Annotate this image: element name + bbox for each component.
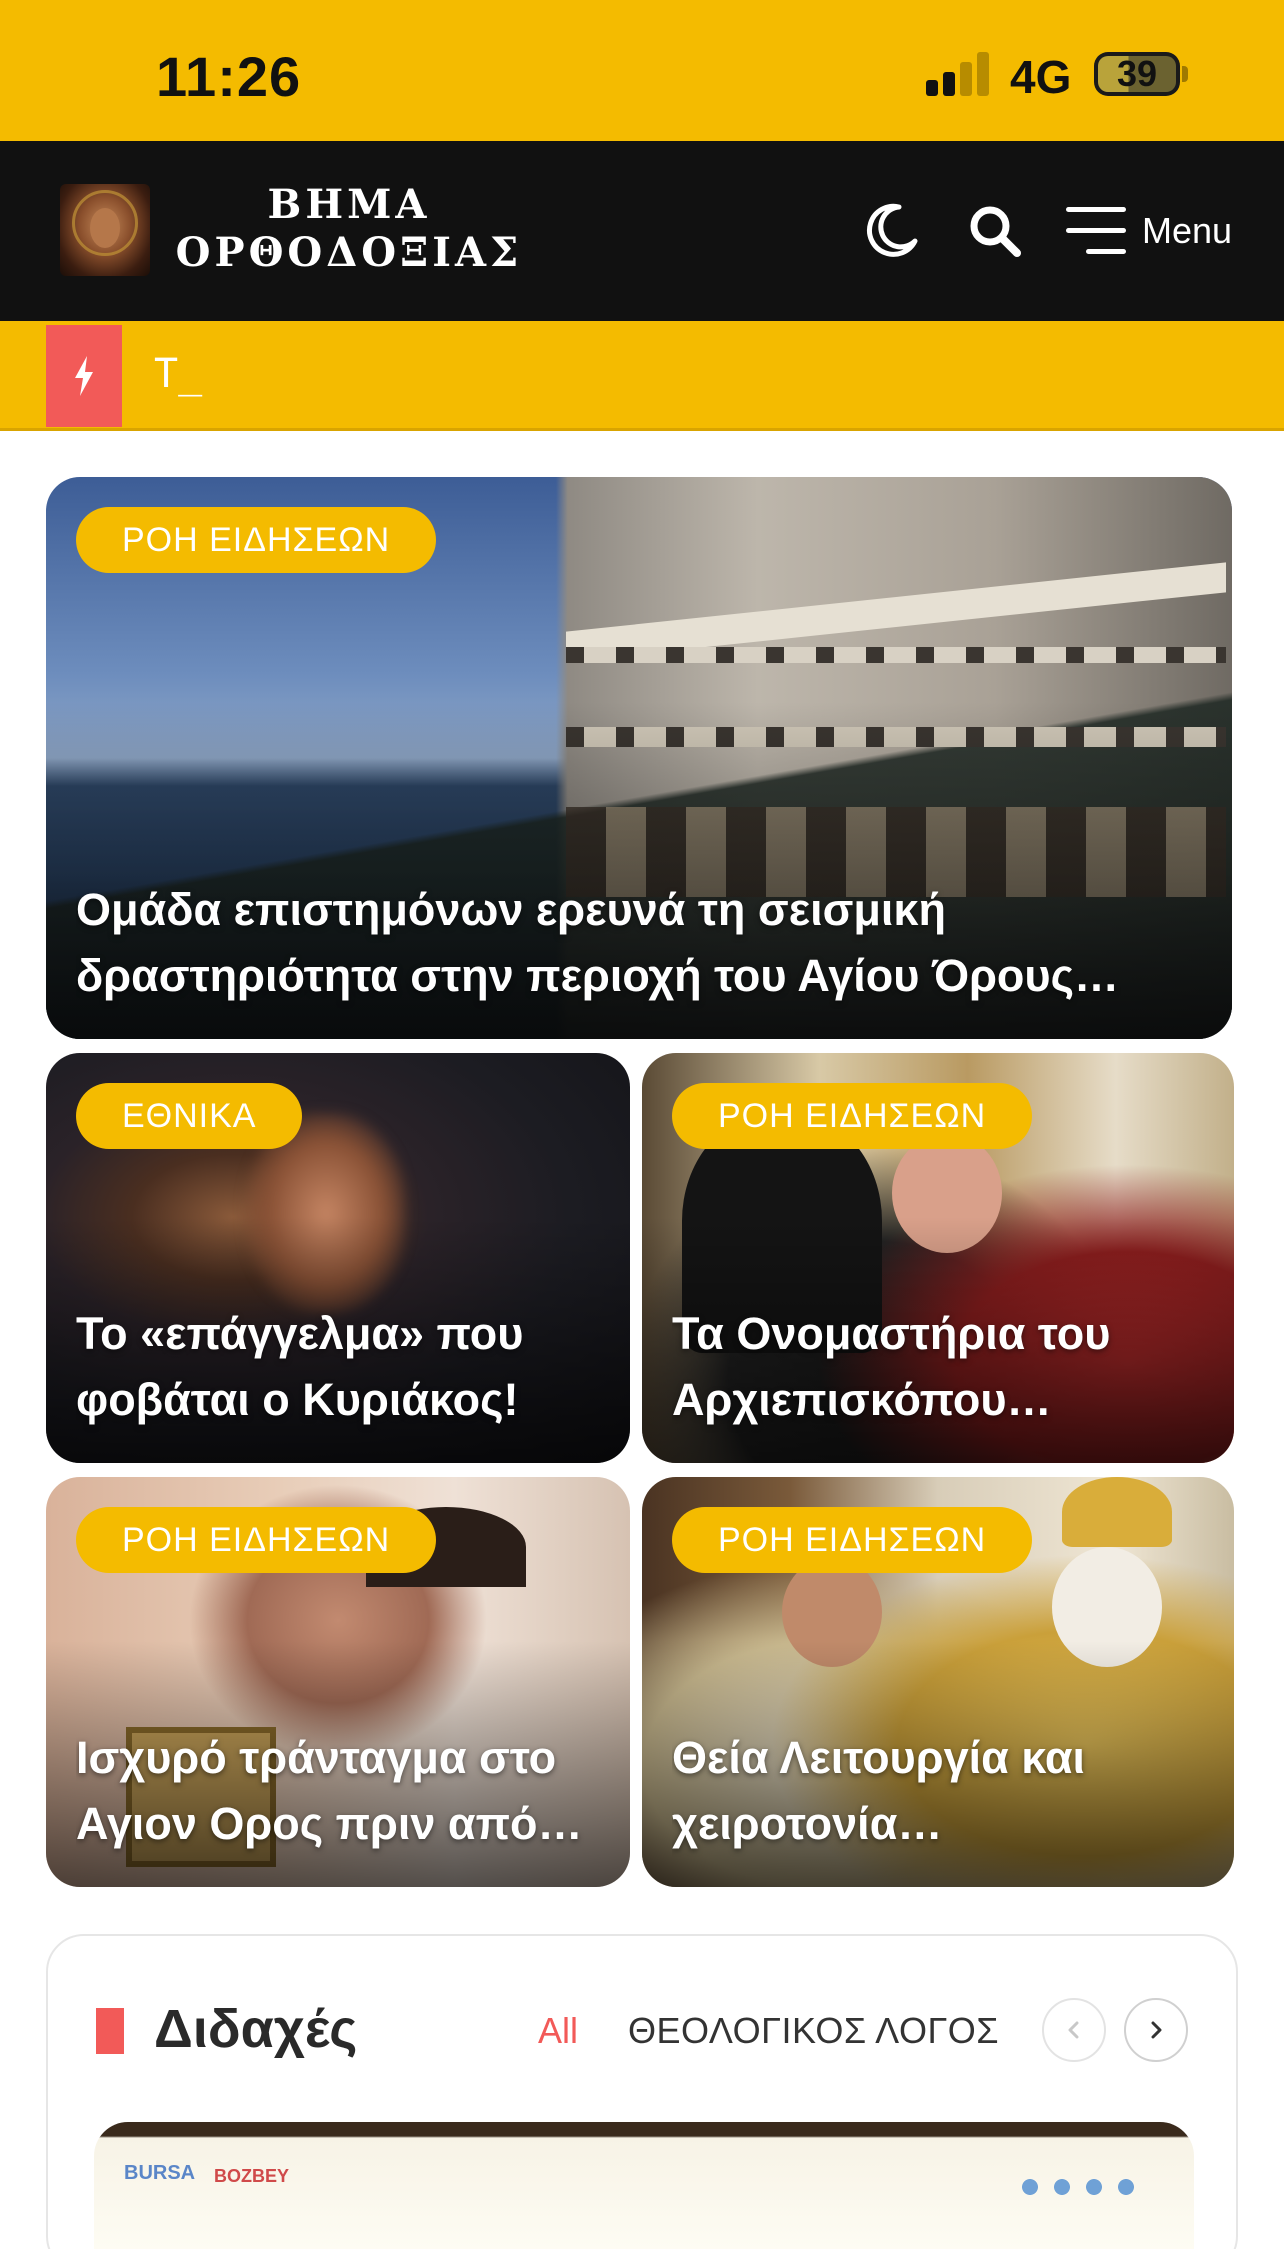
lightning-bolt-icon	[46, 325, 122, 427]
battery-percent: 39	[1116, 53, 1158, 94]
category-badge[interactable]: ΡΟΗ ΕΙΔΗΣΕΩΝ	[76, 507, 437, 573]
status-bar: 11:26 4G 39	[0, 0, 1284, 141]
carousel-next-button[interactable]	[1124, 1998, 1188, 2062]
site-logo[interactable]: ΒΗΜΑ ΟΡΘΟΔΟΞΙΑΣ	[174, 181, 524, 277]
preview-logo-1: BURSA	[124, 2162, 196, 2184]
status-time: 11:26	[156, 45, 302, 108]
preview-logo-dots	[1014, 2176, 1134, 2198]
ticker-text: T_	[154, 351, 203, 397]
article-title[interactable]: Ομάδα επιστημόνων ερευνά τη σεισμική δρα…	[76, 877, 1202, 1009]
category-badge[interactable]: ΕΘΝΙΚΑ	[76, 1083, 303, 1149]
tab-theological-discourse[interactable]: ΘΕΟΛΟΓΙΚΟΣ ΛΟΓΟΣ	[628, 2010, 999, 2052]
article-card[interactable]: ΡΟΗ ΕΙΔΗΣΕΩΝ Θεία Λειτουργία και χειροτο…	[642, 1477, 1234, 1887]
article-preview-image[interactable]: BURSA BOZBEY	[94, 2122, 1194, 2249]
tab-all[interactable]: All	[538, 2010, 578, 2052]
battery-icon: 39	[1094, 52, 1180, 96]
site-header: ΒΗΜΑ ΟΡΘΟΔΟΞΙΑΣ Menu	[0, 141, 1284, 321]
section-marker	[96, 2008, 124, 2054]
teachings-section: Διδαχές All ΘΕΟΛΟΓΙΚΟΣ ΛΟΓΟΣ BURSA BOZBE…	[46, 1934, 1238, 2249]
search-icon[interactable]	[960, 193, 1030, 269]
battery-level: 39	[1098, 53, 1176, 94]
section-title: Διδαχές	[154, 1999, 358, 2059]
article-card[interactable]: ΡΟΗ ΕΙΔΗΣΕΩΝ Τα Ονομαστήρια του Αρχιεπισ…	[642, 1053, 1234, 1463]
hamburger-menu-icon	[1066, 207, 1126, 254]
breaking-news-ticker[interactable]: T_	[0, 321, 1284, 431]
icon-logo-image[interactable]	[60, 184, 150, 276]
article-card[interactable]: ΕΘΝΙΚΑ Το «επάγγελμα» που φοβάται ο Κυρι…	[46, 1053, 630, 1463]
chevron-right-icon	[1151, 2021, 1162, 2039]
cellular-signal-icon	[926, 52, 990, 96]
category-badge[interactable]: ΡΟΗ ΕΙΔΗΣΕΩΝ	[76, 1507, 437, 1573]
carousel-prev-button[interactable]	[1042, 1998, 1106, 2062]
logo-line-1: ΒΗΜΑ	[267, 181, 431, 228]
battery-tip	[1182, 66, 1188, 82]
dark-mode-moon-icon[interactable]	[856, 193, 926, 269]
menu-button[interactable]: Menu	[1066, 193, 1246, 269]
menu-label: Menu	[1142, 210, 1233, 251]
featured-article-card[interactable]: ΡΟΗ ΕΙΔΗΣΕΩΝ Ομάδα επιστημόνων ερευνά τη…	[46, 477, 1232, 1039]
article-title[interactable]: Θεία Λειτουργία και χειροτονία…	[672, 1725, 1204, 1857]
article-title[interactable]: Ισχυρό τράνταγμα στο Αγιον Ορος πριν από…	[76, 1725, 600, 1857]
network-type: 4G	[1010, 51, 1072, 103]
chevron-left-icon	[1068, 2021, 1079, 2039]
category-badge[interactable]: ΡΟΗ ΕΙΔΗΣΕΩΝ	[672, 1507, 1033, 1573]
logo-line-2: ΟΡΘΟΔΟΞΙΑΣ	[175, 229, 523, 276]
category-badge[interactable]: ΡΟΗ ΕΙΔΗΣΕΩΝ	[672, 1083, 1033, 1149]
preview-logo-2: BOZBEY	[214, 2166, 290, 2186]
article-card[interactable]: ΡΟΗ ΕΙΔΗΣΕΩΝ Ισχυρό τράνταγμα στο Αγιον …	[46, 1477, 630, 1887]
article-title[interactable]: Το «επάγγελμα» που φοβάται ο Κυριάκος!	[76, 1301, 600, 1433]
article-title[interactable]: Τα Ονομαστήρια του Αρχιεπισκόπου…	[672, 1301, 1204, 1433]
